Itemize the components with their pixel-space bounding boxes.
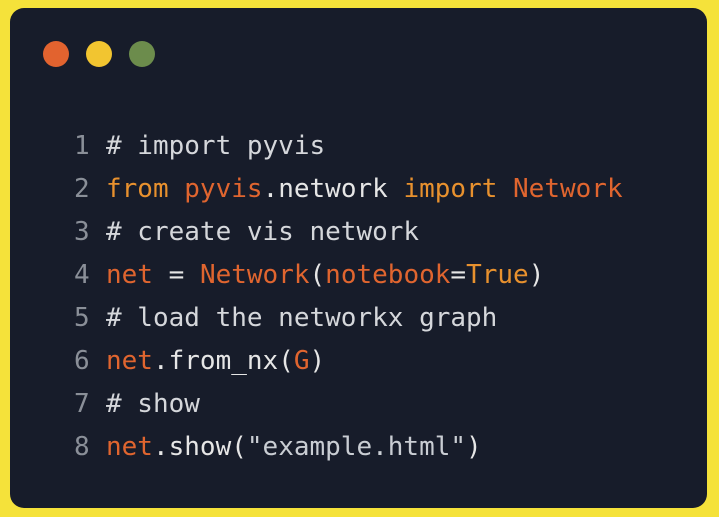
code-token-keyword: from — [106, 174, 169, 204]
code-token-text: .show( — [152, 432, 247, 462]
code-token-identifier: G — [293, 346, 310, 376]
code-token-identifier: net — [106, 432, 153, 462]
code-token-comment: # create vis network — [106, 217, 420, 247]
code-token-identifier: pyvis — [184, 174, 263, 204]
code-token-text: = — [152, 260, 200, 290]
code-line: 6 net.from_nx(G) — [74, 340, 623, 383]
code-token-comment: # show — [106, 389, 200, 419]
code-line: 5 # load the networkx graph — [74, 297, 623, 340]
code-line: 1 # import pyvis — [74, 125, 623, 168]
code-block: 1 # import pyvis 2 from pyvis.network impor… — [74, 125, 623, 469]
code-token-identifier: Network — [199, 260, 310, 290]
maximize-dot-icon[interactable] — [129, 41, 155, 67]
code-token-text: ) — [309, 346, 326, 376]
line-number: 5 — [74, 303, 90, 333]
code-token-text: = — [450, 260, 467, 290]
code-token-identifier: net — [106, 260, 153, 290]
yellow-frame: 1 # import pyvis 2 from pyvis.network impor… — [0, 0, 719, 517]
line-number: 7 — [74, 389, 90, 419]
code-token-identifier: notebook — [325, 260, 451, 290]
code-line: 8 net.show("example.html") — [74, 426, 623, 469]
code-line: 7 # show — [74, 383, 623, 426]
line-number: 1 — [74, 131, 90, 161]
code-line: 2 from pyvis.network import Network — [74, 168, 623, 211]
line-number: 8 — [74, 432, 90, 462]
code-token-identifier: net — [106, 346, 153, 376]
code-token-text: ) — [466, 432, 482, 462]
code-token-comment: # import pyvis — [106, 131, 326, 161]
line-number: 4 — [74, 260, 90, 290]
line-number: 2 — [74, 174, 90, 204]
minimize-dot-icon[interactable] — [86, 41, 112, 67]
code-line: 3 # create vis network — [74, 211, 623, 254]
code-line: 4 net = Network(notebook=True) — [74, 254, 623, 297]
line-number: 6 — [74, 346, 90, 376]
code-window: 1 # import pyvis 2 from pyvis.network impor… — [10, 8, 707, 508]
code-token-text: .network — [262, 174, 404, 204]
code-token-keyword: import — [403, 174, 498, 204]
close-dot-icon[interactable] — [43, 41, 69, 67]
code-token-identifier: Network — [513, 174, 623, 204]
code-token-text: ) — [528, 260, 545, 290]
code-token-string: "example.html" — [246, 432, 467, 462]
code-token-text: ( — [309, 260, 326, 290]
line-number: 3 — [74, 217, 90, 247]
code-token-comment: # load the networkx graph — [106, 303, 498, 333]
code-token-keyword: True — [466, 260, 529, 290]
code-token-text: .from_nx( — [152, 346, 294, 376]
